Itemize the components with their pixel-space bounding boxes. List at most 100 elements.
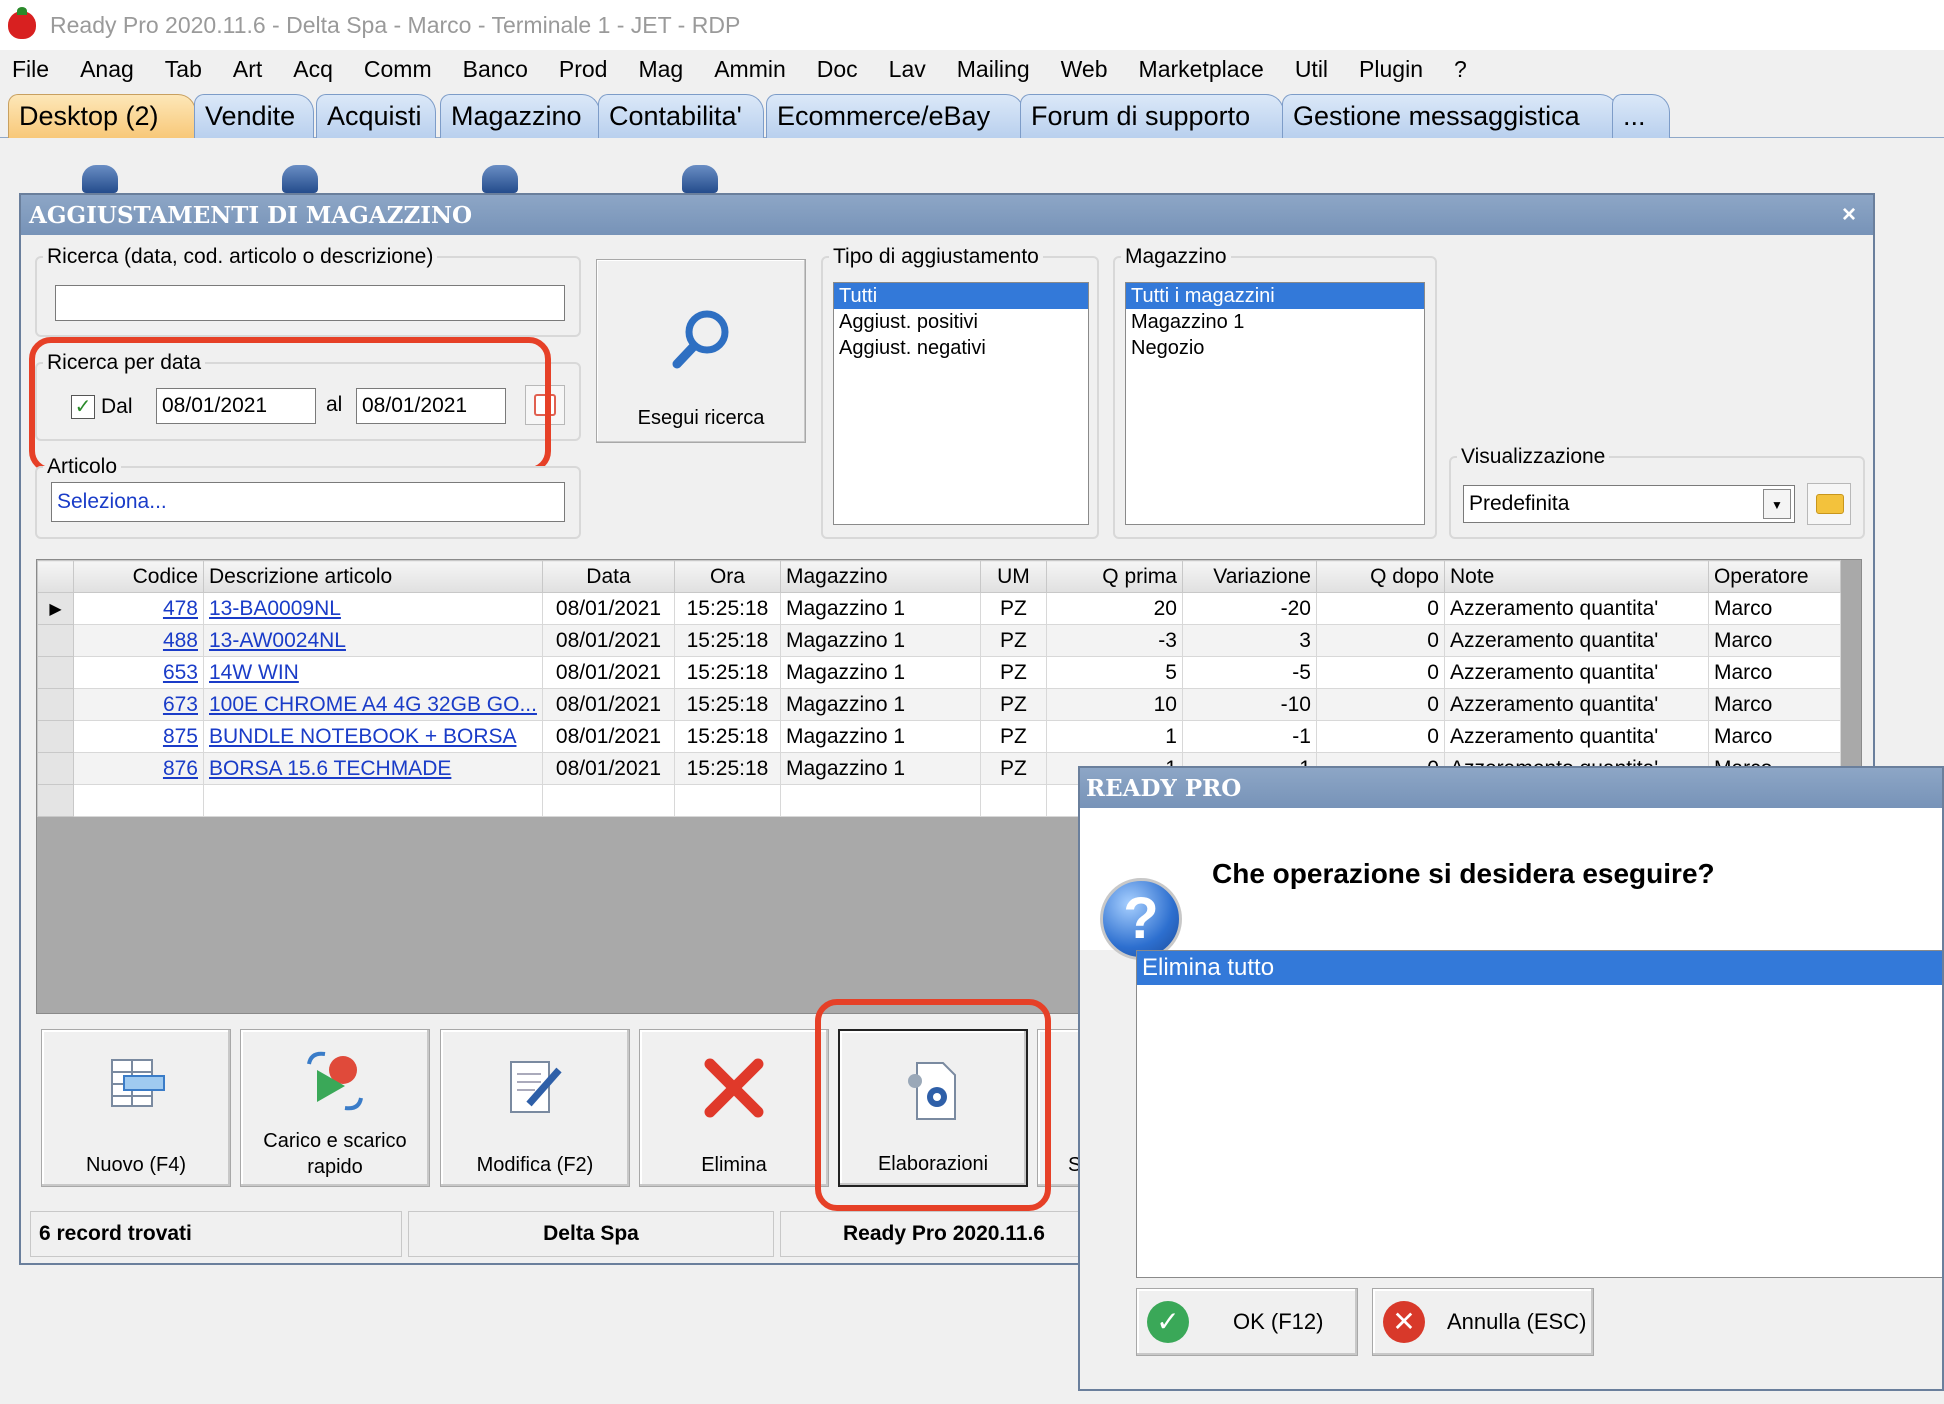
open-folder-button[interactable] [1807, 483, 1851, 525]
menu-acq[interactable]: Acq [293, 56, 333, 83]
warehouse-option-1[interactable]: Magazzino 1 [1126, 309, 1424, 335]
row-date: 08/01/2021 [541, 752, 675, 785]
menu-marketplace[interactable]: Marketplace [1139, 56, 1264, 83]
window-title-bar: AGGIUSTAMENTI DI MAGAZZINO [21, 195, 1873, 235]
header-q-dopo[interactable]: Q dopo [1315, 560, 1445, 593]
desktop-user-icon[interactable] [482, 165, 518, 193]
quick-load-button[interactable]: Carico e scarico rapido [240, 1029, 430, 1187]
row-operator: Marco [1707, 720, 1841, 753]
operation-listbox[interactable]: Elimina tutto [1136, 950, 1942, 1278]
row-date: 08/01/2021 [541, 592, 675, 625]
article-legend: Articolo [47, 455, 118, 478]
ok-button[interactable]: ✓ OK (F12) [1136, 1288, 1358, 1356]
search-input[interactable] [55, 285, 565, 321]
header-magazzino[interactable]: Magazzino [779, 560, 981, 593]
menu-plugin[interactable]: Plugin [1359, 56, 1423, 83]
row-date: 08/01/2021 [541, 688, 675, 721]
row-variation: -1 [1181, 720, 1317, 753]
row-description-link[interactable]: 13-BA0009NL [209, 597, 341, 620]
desktop-user-icon[interactable] [82, 165, 118, 193]
tab-more[interactable]: ... [1612, 94, 1670, 138]
row-description-link[interactable]: BORSA 15.6 TECHMADE [209, 757, 451, 780]
desktop-user-icon[interactable] [682, 165, 718, 193]
row-code-link[interactable]: 673 [163, 693, 198, 716]
header-indicator [37, 560, 74, 593]
table-row[interactable]: 875 BUNDLE NOTEBOOK + BORSA 08/01/2021 1… [37, 720, 1841, 753]
row-code-link[interactable]: 653 [163, 661, 198, 684]
row-description-link[interactable]: 14W WIN [209, 661, 299, 684]
tab-vendite[interactable]: Vendite [194, 94, 314, 138]
table-row[interactable]: ▶ 478 13-BA0009NL 08/01/2021 15:25:18 Ma… [37, 592, 1841, 625]
header-codice[interactable]: Codice [73, 560, 204, 593]
menu-art[interactable]: Art [233, 56, 262, 83]
folder-icon [1816, 494, 1844, 514]
type-option-all[interactable]: Tutti [834, 283, 1088, 309]
row-code-link[interactable]: 875 [163, 725, 198, 748]
chevron-down-icon[interactable]: ▼ [1763, 489, 1791, 519]
header-note[interactable]: Note [1443, 560, 1709, 593]
tab-magazzino[interactable]: Magazzino [440, 94, 600, 138]
menu-mag[interactable]: Mag [638, 56, 683, 83]
close-icon[interactable]: × [1837, 203, 1861, 227]
row-description-link[interactable]: 13-AW0024NL [209, 629, 346, 652]
delete-button[interactable]: Elimina [639, 1029, 829, 1187]
row-note: Azzeramento quantita' [1443, 592, 1709, 625]
menu-lav[interactable]: Lav [889, 56, 926, 83]
table-row[interactable]: 488 13-AW0024NL 08/01/2021 15:25:18 Maga… [37, 624, 1841, 657]
tab-forum[interactable]: Forum di supporto [1020, 94, 1284, 138]
warehouse-listbox[interactable]: Tutti i magazzini Magazzino 1 Negozio [1125, 282, 1425, 525]
table-row[interactable]: 653 14W WIN 08/01/2021 15:25:18 Magazzin… [37, 656, 1841, 689]
table-row[interactable]: 673 100E CHROME A4 4G 32GB GO... 08/01/2… [37, 688, 1841, 721]
option-delete-all[interactable]: Elimina tutto [1137, 951, 1942, 985]
row-indicator [37, 656, 74, 689]
header-data[interactable]: Data [541, 560, 675, 593]
row-variation: 3 [1181, 624, 1317, 657]
tab-desktop[interactable]: Desktop (2) [8, 94, 196, 138]
menu-banco[interactable]: Banco [463, 56, 528, 83]
tab-acquisti[interactable]: Acquisti [316, 94, 436, 138]
current-row-indicator-icon: ▶ [37, 592, 74, 625]
menu-tab[interactable]: Tab [165, 56, 202, 83]
question-icon: ? [1100, 878, 1182, 960]
menu-ammin[interactable]: Ammin [714, 56, 786, 83]
row-description-link[interactable]: BUNDLE NOTEBOOK + BORSA [209, 725, 517, 748]
menu-comm[interactable]: Comm [364, 56, 432, 83]
row-description-link[interactable]: 100E CHROME A4 4G 32GB GO... [209, 693, 537, 716]
warehouse-option-all[interactable]: Tutti i magazzini [1126, 283, 1424, 309]
view-select[interactable]: Predefinita [1463, 485, 1795, 523]
menu-prod[interactable]: Prod [559, 56, 608, 83]
tab-messaggistica[interactable]: Gestione messaggistica [1282, 94, 1618, 138]
header-descrizione[interactable]: Descrizione articolo [203, 560, 543, 593]
new-button[interactable]: Nuovo (F4) [41, 1029, 231, 1187]
menu-web[interactable]: Web [1061, 56, 1108, 83]
menu-util[interactable]: Util [1295, 56, 1328, 83]
edit-button[interactable]: Modifica (F2) [440, 1029, 630, 1187]
search-button[interactable]: Esegui ricerca [596, 259, 806, 443]
tab-ecommerce[interactable]: Ecommerce/eBay [766, 94, 1024, 138]
operation-dialog: READY PRO ? Che operazione si desidera e… [1078, 766, 1944, 1391]
row-warehouse: Magazzino 1 [779, 752, 981, 785]
type-option-negative[interactable]: Aggiust. negativi [834, 335, 1088, 361]
article-select-field[interactable]: Seleziona... [51, 482, 565, 522]
type-option-positive[interactable]: Aggiust. positivi [834, 309, 1088, 335]
row-code-link[interactable]: 876 [163, 757, 198, 780]
menu-anag[interactable]: Anag [80, 56, 134, 83]
header-operatore[interactable]: Operatore [1707, 560, 1841, 593]
menu-help[interactable]: ? [1454, 56, 1467, 83]
menu-file[interactable]: File [12, 56, 49, 83]
row-indicator [37, 688, 74, 721]
row-code-link[interactable]: 478 [163, 597, 198, 620]
header-ora[interactable]: Ora [673, 560, 781, 593]
desktop-user-icon[interactable] [282, 165, 318, 193]
row-code-link[interactable]: 488 [163, 629, 198, 652]
tab-contabilita[interactable]: Contabilita' [598, 94, 764, 138]
cancel-button[interactable]: ✕ Annulla (ESC) [1372, 1288, 1594, 1356]
menu-mailing[interactable]: Mailing [957, 56, 1030, 83]
header-variazione[interactable]: Variazione [1181, 560, 1317, 593]
row-um: PZ [979, 656, 1047, 689]
warehouse-option-shop[interactable]: Negozio [1126, 335, 1424, 361]
header-um[interactable]: UM [979, 560, 1047, 593]
menu-doc[interactable]: Doc [817, 56, 858, 83]
header-q-prima[interactable]: Q prima [1045, 560, 1183, 593]
type-listbox[interactable]: Tutti Aggiust. positivi Aggiust. negativ… [833, 282, 1089, 525]
